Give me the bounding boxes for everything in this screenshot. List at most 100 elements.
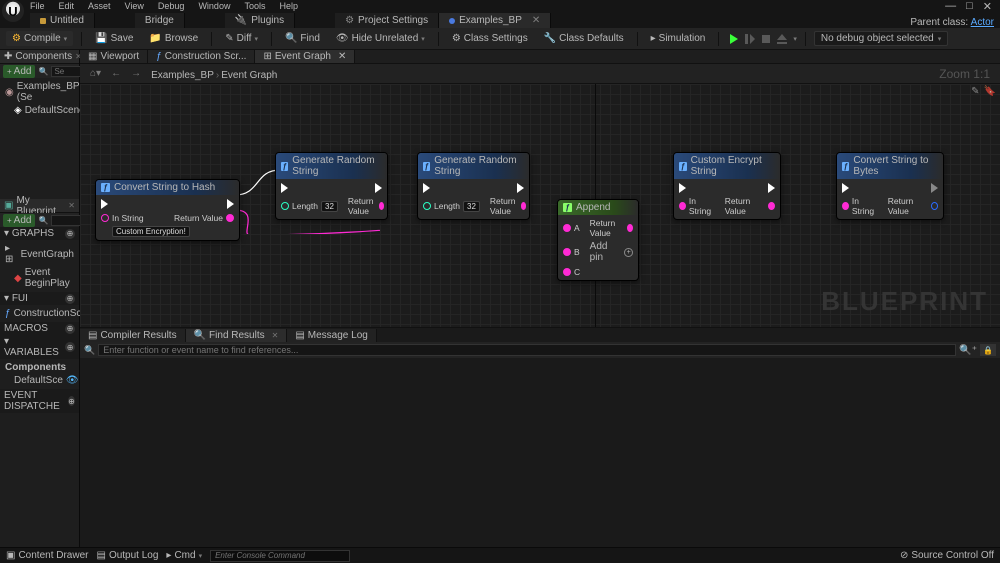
menu-file[interactable]: File xyxy=(30,1,45,11)
node-generate-random-1[interactable]: Generate Random String Length32 Return V… xyxy=(275,152,388,220)
source-control-button[interactable]: ⊘Source Control Off xyxy=(900,550,994,561)
menu-tools[interactable]: Tools xyxy=(244,1,265,11)
string-in-pin[interactable] xyxy=(563,248,571,256)
exec-out-pin[interactable] xyxy=(375,183,382,193)
debug-object-select[interactable]: No debug object selected▾ xyxy=(814,31,948,46)
exec-in-pin[interactable] xyxy=(281,183,288,193)
int-in-pin[interactable] xyxy=(281,202,289,210)
tab-bridge[interactable]: Bridge xyxy=(135,13,185,28)
save-button[interactable]: 💾Save xyxy=(90,31,138,46)
add-button[interactable]: +Add xyxy=(3,214,35,227)
nav-fwd-button[interactable]: → xyxy=(127,66,145,81)
section-graphs[interactable]: ▾ GRAPHS⊕ xyxy=(0,227,79,240)
exec-out-pin[interactable] xyxy=(931,183,938,193)
tree-item-beginplay[interactable]: ◆Event BeginPlay xyxy=(2,266,77,290)
tree-item-eventgraph[interactable]: ▸ ⊞EventGraph xyxy=(2,242,77,266)
nav-home-button[interactable]: ⌂▾ xyxy=(86,66,105,81)
exec-in-pin[interactable] xyxy=(101,199,108,209)
section-dispatchers[interactable]: EVENT DISPATCHE⊕ xyxy=(0,389,79,413)
add-button[interactable]: ⊕ xyxy=(68,396,75,406)
tab-message-log[interactable]: ▤Message Log xyxy=(287,329,377,342)
add-component-button[interactable]: +Add xyxy=(3,65,35,78)
out-pin[interactable] xyxy=(931,202,938,210)
play-button[interactable] xyxy=(727,32,741,46)
add-button[interactable]: ⊕ xyxy=(65,342,75,352)
hide-unrelated-button[interactable]: 👁Hide Unrelated▾ xyxy=(331,31,430,46)
simulation-button[interactable]: ▸Simulation xyxy=(646,31,711,46)
nav-back-button[interactable]: ← xyxy=(107,66,125,81)
eject-button[interactable] xyxy=(775,32,789,46)
menu-asset[interactable]: Asset xyxy=(88,1,111,11)
tree-item-scene-root[interactable]: ◈DefaultSceneR xyxy=(2,104,77,117)
browse-button[interactable]: 📁Browse xyxy=(144,31,203,46)
int-default-input[interactable]: 32 xyxy=(321,201,338,212)
compile-button[interactable]: ⚙Compile▾ xyxy=(6,31,73,46)
eye-icon[interactable]: 👁 xyxy=(66,375,79,386)
tree-item-root[interactable]: ◉Examples_BP (Se xyxy=(2,80,77,104)
string-in-pin[interactable] xyxy=(101,214,109,222)
close-icon[interactable]: ✕ xyxy=(532,15,540,26)
find-search-input[interactable] xyxy=(98,344,956,356)
exec-in-pin[interactable] xyxy=(679,183,686,193)
diff-button[interactable]: ✎Diff▾ xyxy=(220,31,263,46)
close-icon[interactable]: ✕ xyxy=(272,331,279,340)
menu-view[interactable]: View xyxy=(125,1,144,11)
menu-help[interactable]: Help xyxy=(279,1,298,11)
binoculars-icon[interactable]: 🔍⁺ xyxy=(959,345,977,356)
node-append[interactable]: Append AReturn Value BAdd pin+ C xyxy=(557,199,639,281)
tab-project-settings[interactable]: ⚙Project Settings xyxy=(335,13,439,28)
minimize-button[interactable]: — xyxy=(945,0,956,13)
tab-plugins[interactable]: 🔌Plugins xyxy=(225,13,295,28)
close-icon[interactable]: ✕ xyxy=(68,201,75,210)
tab-construction[interactable]: ƒConstruction Scr... xyxy=(148,50,255,63)
exec-in-pin[interactable] xyxy=(423,183,430,193)
int-in-pin[interactable] xyxy=(423,202,431,210)
section-macros[interactable]: MACROS⊕ xyxy=(0,322,79,335)
string-out-pin[interactable] xyxy=(627,224,633,232)
add-graph-button[interactable]: ⊕ xyxy=(65,229,75,239)
graph-canvas[interactable]: ✎ 🔖 xyxy=(80,84,1000,327)
console-input[interactable] xyxy=(210,550,350,562)
tab-event-graph[interactable]: ⊞Event Graph✕ xyxy=(255,50,355,63)
node-encrypt[interactable]: Custom Encrypt String In StringReturn Va… xyxy=(673,152,781,220)
menu-debug[interactable]: Debug xyxy=(158,1,185,11)
output-log-button[interactable]: ▤Output Log xyxy=(96,550,158,561)
lock-button[interactable]: 🔒 xyxy=(980,344,996,356)
string-out-pin[interactable] xyxy=(768,202,775,210)
tab-untitled[interactable]: Untitled xyxy=(30,13,95,28)
string-out-pin[interactable] xyxy=(226,214,234,222)
bookmark-icon[interactable]: 🔖 xyxy=(984,86,996,97)
parent-class-link[interactable]: Actor xyxy=(971,17,994,28)
node-generate-random-2[interactable]: Generate Random String Length32 Return V… xyxy=(417,152,530,220)
exec-in-pin[interactable] xyxy=(842,183,849,193)
stop-button[interactable] xyxy=(759,32,773,46)
ue-logo[interactable]: U xyxy=(2,0,24,22)
node-convert-to-hash[interactable]: Convert String to Hash In String Return … xyxy=(95,179,240,241)
cmd-select[interactable]: ▸Cmd▾ xyxy=(166,550,202,561)
close-window-button[interactable]: ✕ xyxy=(983,0,992,13)
breadcrumb-leaf[interactable]: Event Graph xyxy=(221,70,277,81)
string-in-pin[interactable] xyxy=(563,224,571,232)
int-default-input[interactable]: 32 xyxy=(463,201,480,212)
class-defaults-button[interactable]: 🔧Class Defaults xyxy=(539,31,629,46)
exec-out-pin[interactable] xyxy=(768,183,775,193)
tree-item-components-var[interactable]: Components xyxy=(2,361,77,374)
components-panel-tab[interactable]: ✚Components✕ xyxy=(0,50,79,64)
edit-icon[interactable]: ✎ xyxy=(971,86,979,97)
tab-find-results[interactable]: 🔍Find Results✕ xyxy=(186,329,288,342)
close-icon[interactable]: ✕ xyxy=(338,51,346,62)
string-in-pin[interactable] xyxy=(679,202,686,210)
maximize-button[interactable]: □ xyxy=(966,0,973,13)
string-out-pin[interactable] xyxy=(521,202,526,210)
pause-step-button[interactable] xyxy=(743,32,757,46)
section-fui[interactable]: ▾ FUI⊕ xyxy=(0,292,79,305)
add-button[interactable]: ⊕ xyxy=(65,324,75,334)
class-settings-button[interactable]: ⚙Class Settings xyxy=(447,31,533,46)
find-button[interactable]: 🔍Find xyxy=(280,31,325,46)
add-button[interactable]: ⊕ xyxy=(65,294,75,304)
tree-item-construction[interactable]: ƒConstructionScrip xyxy=(2,307,77,320)
tab-examples-bp[interactable]: Examples_BP✕ xyxy=(439,13,551,28)
tree-item-defaultscene-var[interactable]: DefaultSce👁 xyxy=(2,374,77,387)
content-drawer-button[interactable]: ▣Content Drawer xyxy=(6,550,88,561)
string-out-pin[interactable] xyxy=(379,202,384,210)
